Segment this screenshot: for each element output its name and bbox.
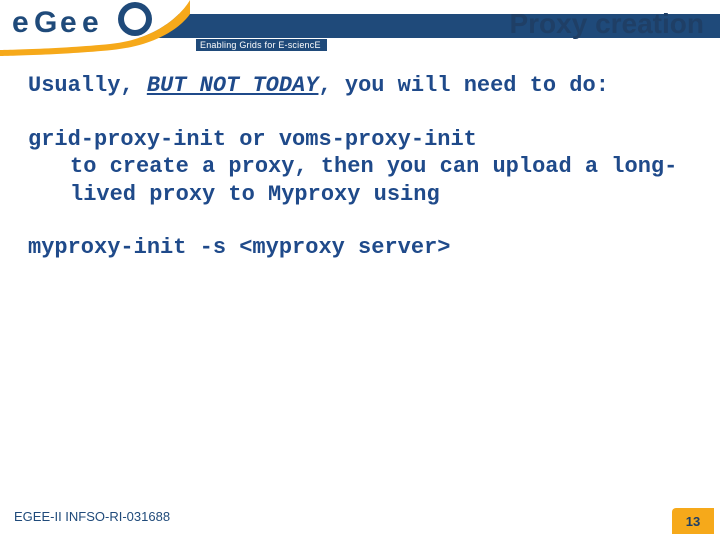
text-rest: , you will need to do: <box>318 73 608 98</box>
svg-text:G: G <box>34 6 57 39</box>
body-line-1: Usually, BUT NOT TODAY, you will need to… <box>28 72 700 100</box>
slide-title: Proxy creation <box>509 8 704 40</box>
text-usually: Usually, <box>28 73 147 98</box>
slide-tagline: Enabling Grids for E-sciencE <box>196 39 327 51</box>
body-line-4: myproxy-init -s <myproxy server> <box>28 234 700 262</box>
page-number: 13 <box>672 508 714 534</box>
slide-body: Usually, BUT NOT TODAY, you will need to… <box>28 72 700 288</box>
body-line-3: to create a proxy, then you can upload a… <box>28 153 700 208</box>
logo-swoosh-icon: e G e e <box>0 0 190 58</box>
text-emphasis: BUT NOT TODAY <box>147 73 319 98</box>
slide-header: e G e e Proxy creation Enabling Grids fo… <box>0 0 720 52</box>
svg-text:e: e <box>60 6 77 39</box>
body-line-2: grid-proxy-init or voms-proxy-init <box>28 126 700 154</box>
egee-logo: e G e e <box>0 0 190 58</box>
body-block-2: grid-proxy-init or voms-proxy-init to cr… <box>28 126 700 209</box>
footer-reference: EGEE-II INFSO-RI-031688 <box>14 509 170 524</box>
svg-text:e: e <box>12 6 29 39</box>
svg-text:e: e <box>82 6 99 39</box>
